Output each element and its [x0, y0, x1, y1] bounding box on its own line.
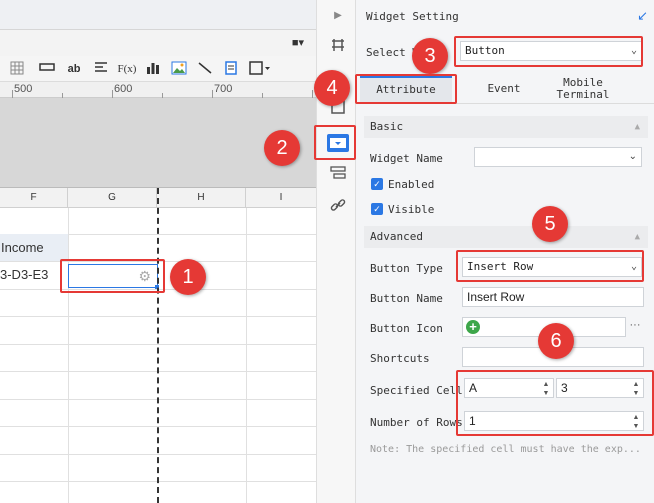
panel-strip: ■▾ [0, 30, 316, 56]
ellipsis-icon[interactable] [38, 61, 56, 77]
note-text: Note: The specified cell must have the e… [370, 444, 641, 455]
visible-checkbox[interactable]: ✓ [371, 203, 383, 215]
collapse-caret-icon: ▲ [634, 232, 640, 242]
condition-attribute-icon[interactable] [329, 165, 347, 183]
ruler-mark: 700 [214, 83, 233, 95]
toolbar: ab F(x) [0, 56, 316, 82]
image-icon[interactable] [170, 61, 188, 77]
formula-icon[interactable]: F(x) [116, 61, 138, 77]
slash-icon[interactable] [196, 61, 214, 77]
collapse-caret-icon: ▲ [634, 122, 640, 132]
ruler: 500 600 700 [0, 82, 316, 98]
plus-icon: + [466, 320, 480, 334]
page-break-line [157, 188, 159, 503]
step-badge-5: 5 [532, 206, 568, 242]
tab-event[interactable]: Event [456, 76, 552, 102]
ruler-mark: 600 [114, 83, 133, 95]
highlight-box-5 [456, 250, 644, 282]
step-badge-2: 2 [264, 130, 300, 166]
step-badge-4: 4 [314, 70, 350, 106]
step-badge-1: 1 [170, 259, 206, 295]
button-type-label: Button Type [370, 262, 443, 275]
step-badge-3: 3 [412, 38, 448, 74]
shortcuts-label: Shortcuts [370, 352, 430, 365]
number-of-rows-label: Number of Rows [370, 416, 463, 429]
enabled-label: Enabled [388, 178, 435, 191]
pin-icon[interactable]: ■▾ [292, 36, 304, 49]
column-header[interactable]: F [0, 188, 68, 208]
align-left-icon[interactable] [92, 61, 110, 77]
highlight-box-2 [314, 125, 356, 160]
section-advanced-label: Advanced [370, 230, 423, 243]
step-badge-6: 6 [538, 323, 574, 359]
tab-mobile-terminal[interactable]: Mobile Terminal [556, 76, 610, 102]
widget-name-label: Widget Name [370, 152, 443, 165]
formula-cell[interactable]: 3-D3-E3 [0, 261, 68, 289]
section-advanced[interactable]: Advanced ▲ [364, 226, 648, 248]
cell-attribute-icon[interactable] [329, 37, 347, 55]
column-header[interactable]: G [68, 188, 157, 208]
section-basic[interactable]: Basic ▲ [364, 116, 648, 138]
highlight-box-1 [60, 259, 165, 293]
section-basic-label: Basic [370, 120, 404, 133]
collapse-arrow-icon[interactable]: ▶ [329, 7, 347, 25]
income-cell[interactable]: Income [0, 234, 68, 261]
highlight-box-3 [454, 36, 643, 67]
chevron-down-icon: ⌄ [628, 151, 637, 162]
grid-icon[interactable] [8, 61, 26, 77]
ab-text-icon[interactable]: ab [64, 61, 84, 77]
document-icon[interactable] [222, 61, 240, 77]
highlight-box-6 [456, 370, 654, 436]
bar-chart-icon[interactable] [144, 61, 162, 77]
expand-icon[interactable]: ↙ [637, 8, 648, 24]
column-header[interactable]: H [157, 188, 246, 208]
title-strip [0, 0, 316, 30]
button-name-value: Insert Row [467, 290, 525, 304]
hyperlink-icon[interactable] [329, 197, 347, 215]
button-icon-label: Button Icon [370, 322, 443, 335]
panel-title: Widget Setting [366, 10, 459, 23]
border-dropdown-icon[interactable] [248, 61, 272, 77]
highlight-box-4 [355, 74, 457, 104]
specified-cell-label: Specified Cell [370, 384, 463, 397]
icon-more-button[interactable]: ··· [626, 319, 644, 337]
button-name-input[interactable]: Insert Row [462, 287, 644, 307]
column-header[interactable]: I [246, 188, 316, 208]
enabled-checkbox[interactable]: ✓ [371, 178, 383, 190]
visible-label: Visible [388, 203, 435, 216]
widget-name-dropdown[interactable]: ⌄ [474, 147, 642, 167]
spreadsheet-area: ■▾ ab F(x) 500 600 700 F G H I Income 3-… [0, 0, 316, 503]
ruler-mark: 500 [14, 83, 33, 95]
button-name-label: Button Name [370, 292, 443, 305]
